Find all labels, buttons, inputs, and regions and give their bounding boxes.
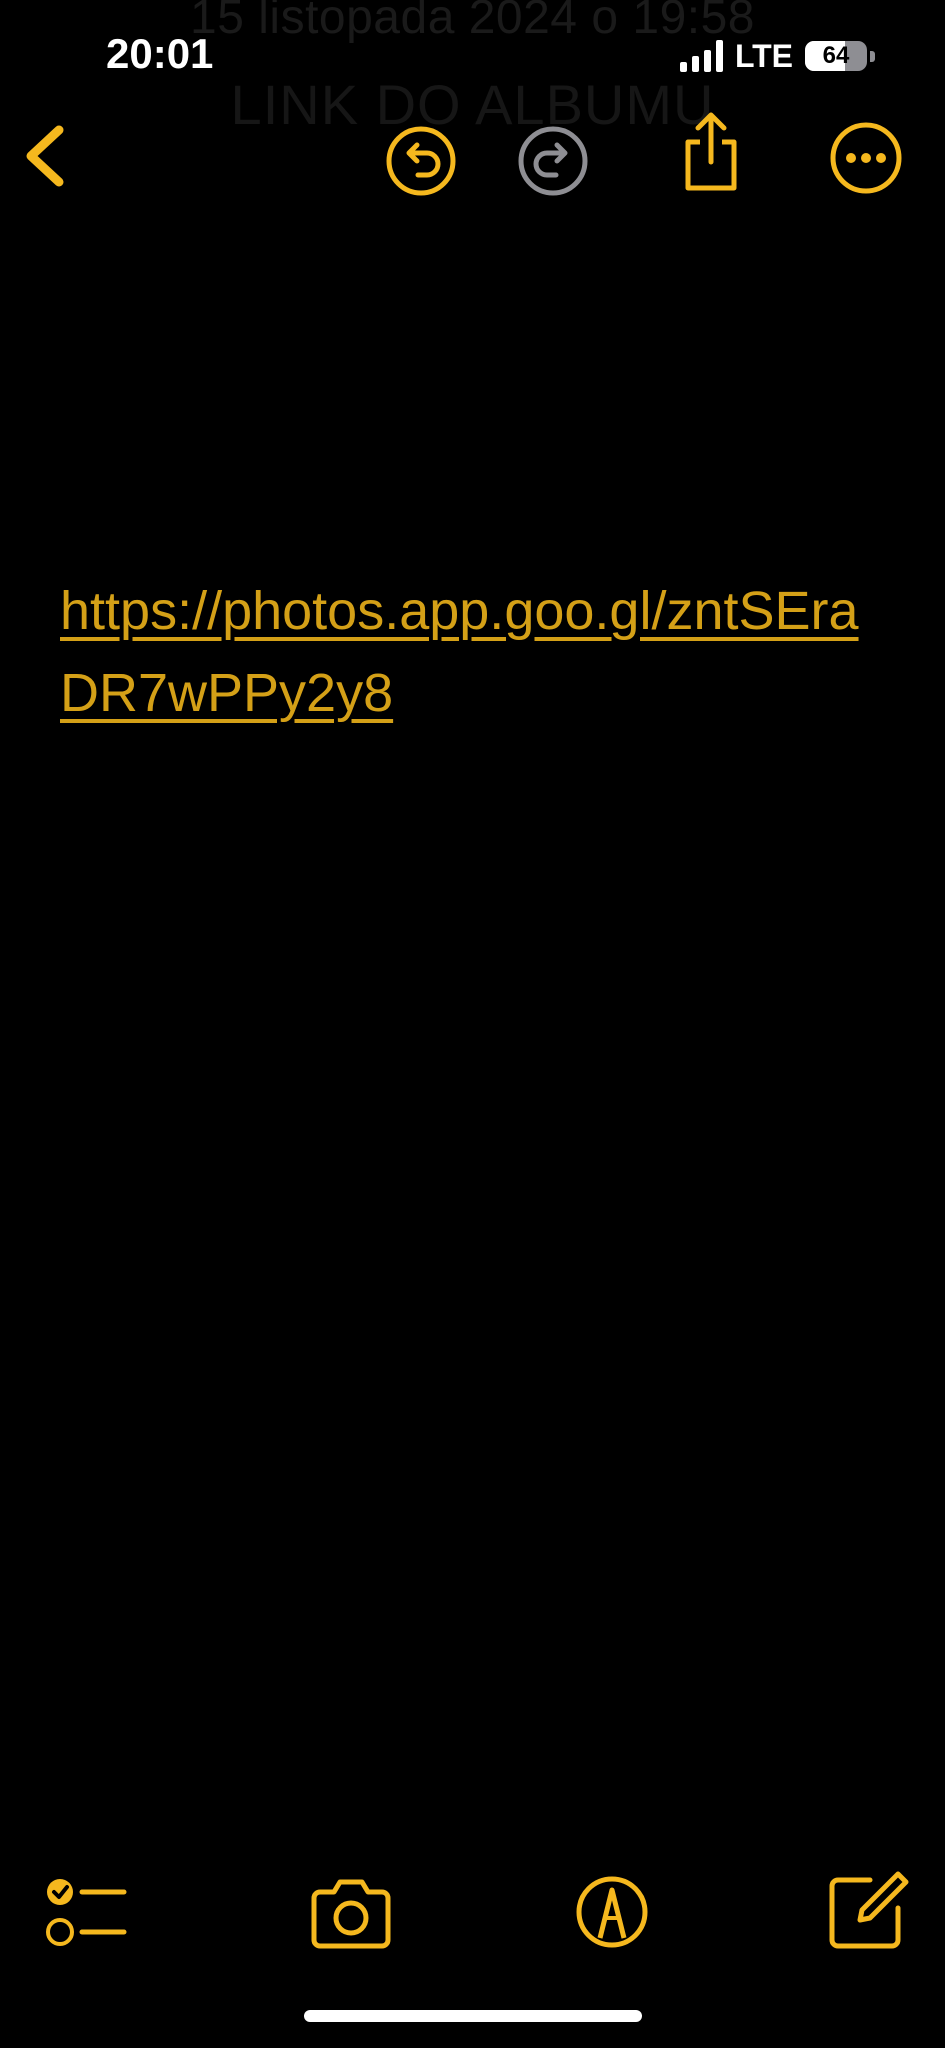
- redo-icon: [518, 126, 588, 196]
- compose-icon: [829, 1871, 909, 1949]
- album-link[interactable]: https://photos.app.goo.gl/zntSEraDR7wPPy…: [60, 570, 880, 734]
- undo-button[interactable]: [384, 124, 458, 198]
- status-time: 20:01: [106, 30, 214, 77]
- camera-icon: [311, 1879, 391, 1949]
- battery-icon: 64: [805, 41, 867, 71]
- share-button[interactable]: [674, 110, 748, 194]
- battery-cap: [870, 50, 875, 62]
- redo-button[interactable]: [516, 124, 590, 198]
- more-button[interactable]: [828, 120, 904, 196]
- compose-button[interactable]: [826, 1870, 910, 1952]
- checklist-button[interactable]: [44, 1876, 128, 1952]
- battery-percent: 64: [822, 42, 850, 69]
- camera-button[interactable]: [308, 1874, 394, 1952]
- notes-screen: 15 listopada 2024 o 19:58 LINK DO ALBUMU…: [0, 0, 945, 2048]
- back-button[interactable]: [12, 118, 76, 194]
- chevron-left-icon: [26, 125, 64, 187]
- note-title-ghost: LINK DO ALBUMU: [230, 73, 715, 136]
- markup-icon: [576, 1876, 648, 1948]
- checklist-icon: [46, 1879, 127, 1946]
- home-indicator[interactable]: [304, 2010, 642, 2022]
- markup-button[interactable]: [574, 1874, 650, 1950]
- cellular-signal-icon: [679, 40, 723, 72]
- more-icon: [830, 122, 902, 194]
- share-icon: [685, 112, 737, 191]
- status-indicators: LTE 64: [679, 34, 875, 78]
- undo-icon: [386, 126, 456, 196]
- note-body[interactable]: https://photos.app.goo.gl/zntSEraDR7wPPy…: [60, 570, 880, 734]
- network-type: LTE: [734, 37, 793, 74]
